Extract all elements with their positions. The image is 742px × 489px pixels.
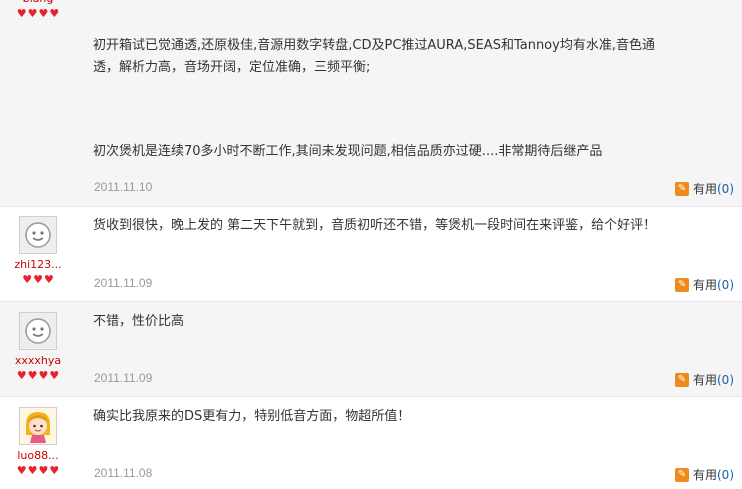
- useful-count[interactable]: (0): [717, 278, 734, 292]
- avatar[interactable]: [19, 312, 57, 350]
- avatar[interactable]: [19, 216, 57, 254]
- useful-label: 有用: [692, 182, 717, 196]
- useful-label: 有用: [692, 373, 717, 387]
- useful-icon: ✎: [674, 277, 689, 292]
- useful-icon: ✎: [674, 467, 689, 482]
- useful-label: 有用: [692, 468, 717, 482]
- review-paragraph: 不错，性价比高: [93, 314, 185, 329]
- heart-icon: ♥: [43, 273, 54, 286]
- review-text: 初开箱试已觉通透,还原极佳,音源用数字转盘,CD及PC推过AURA,SEAS和T…: [93, 35, 678, 163]
- heart-icon: ♥: [49, 7, 60, 20]
- review-paragraph: 初开箱试已觉通透,还原极佳,音源用数字转盘,CD及PC推过AURA,SEAS和T…: [93, 38, 655, 75]
- cartoon-girl-icon: [26, 412, 50, 443]
- useful-button[interactable]: ✎ 有用 (0): [674, 466, 734, 483]
- review-item: biang ♥♥♥♥ 初开箱试已觉通透,还原极佳,音源用数字转盘,CD及PC推过…: [0, 0, 742, 207]
- heart-icon: ♥: [49, 464, 60, 477]
- heart-icon: ♥: [16, 464, 27, 477]
- reviewer-name[interactable]: xxxxhya: [8, 354, 68, 367]
- rating-hearts: ♥♥♥: [8, 272, 68, 286]
- review-paragraph: 初次煲机是连续70多小时不断工作,其间未发现问题,相信品质亦过硬....非常期待…: [93, 144, 603, 159]
- reviewer: luo88... ♥♥♥♥: [8, 407, 68, 477]
- review-date: 2011.11.09: [94, 371, 153, 385]
- heart-icon: ♥: [27, 464, 38, 477]
- useful-button[interactable]: ✎ 有用 (0): [674, 180, 734, 197]
- useful-label: 有用: [692, 278, 717, 292]
- useful-icon: ✎: [674, 181, 689, 196]
- rating-hearts: ♥♥♥♥: [8, 368, 68, 382]
- smiley-face-icon: [25, 318, 51, 344]
- review-text: 确实比我原来的DS更有力，特别低音方面，物超所值！: [93, 406, 678, 428]
- reviewer: biang ♥♥♥♥: [8, 0, 68, 20]
- useful-count[interactable]: (0): [717, 182, 734, 196]
- review-text: 货收到很快，晚上发的 第二天下午就到，音质初听还不错，等煲机一段时间在来评鉴，给…: [93, 215, 678, 237]
- reviewer: xxxxhya ♥♥♥♥: [8, 312, 68, 382]
- review-date: 2011.11.08: [94, 466, 153, 480]
- rating-hearts: ♥♥♥♥: [8, 463, 68, 477]
- review-list: biang ♥♥♥♥ 初开箱试已觉通透,还原极佳,音源用数字转盘,CD及PC推过…: [0, 0, 742, 489]
- heart-icon: ♥: [38, 464, 49, 477]
- reviewer-name[interactable]: luo88...: [8, 449, 68, 462]
- reviewer: zhi123... ♥♥♥: [8, 216, 68, 286]
- useful-button[interactable]: ✎ 有用 (0): [674, 371, 734, 388]
- useful-count[interactable]: (0): [717, 373, 734, 387]
- reviewer-name[interactable]: zhi123...: [8, 258, 68, 271]
- heart-icon: ♥: [16, 369, 27, 382]
- useful-count[interactable]: (0): [717, 468, 734, 482]
- useful-button[interactable]: ✎ 有用 (0): [674, 276, 734, 293]
- heart-icon: ♥: [49, 369, 60, 382]
- smiley-face-icon: [25, 222, 51, 248]
- review-item: xxxxhya ♥♥♥♥ 不错，性价比高 2011.11.09 ✎ 有用 (0): [0, 302, 742, 397]
- avatar[interactable]: [19, 407, 57, 445]
- review-paragraph: 确实比我原来的DS更有力，特别低音方面，物超所值！: [93, 409, 411, 424]
- review-paragraph: 货收到很快，晚上发的 第二天下午就到，音质初听还不错，等煲机一段时间在来评鉴，给…: [93, 218, 657, 233]
- heart-icon: ♥: [27, 369, 38, 382]
- heart-icon: ♥: [22, 273, 33, 286]
- useful-icon: ✎: [674, 372, 689, 387]
- review-date: 2011.11.10: [94, 180, 153, 194]
- review-item: luo88... ♥♥♥♥ 确实比我原来的DS更有力，特别低音方面，物超所值！ …: [0, 397, 742, 489]
- heart-icon: ♥: [38, 7, 49, 20]
- reviewer-name[interactable]: biang: [8, 0, 68, 5]
- review-date: 2011.11.09: [94, 276, 153, 290]
- heart-icon: ♥: [33, 273, 43, 286]
- heart-icon: ♥: [16, 7, 27, 20]
- rating-hearts: ♥♥♥♥: [8, 6, 68, 20]
- review-item: zhi123... ♥♥♥ 货收到很快，晚上发的 第二天下午就到，音质初听还不错…: [0, 207, 742, 302]
- review-text: 不错，性价比高: [93, 311, 678, 333]
- heart-icon: ♥: [38, 369, 49, 382]
- heart-icon: ♥: [27, 7, 38, 20]
